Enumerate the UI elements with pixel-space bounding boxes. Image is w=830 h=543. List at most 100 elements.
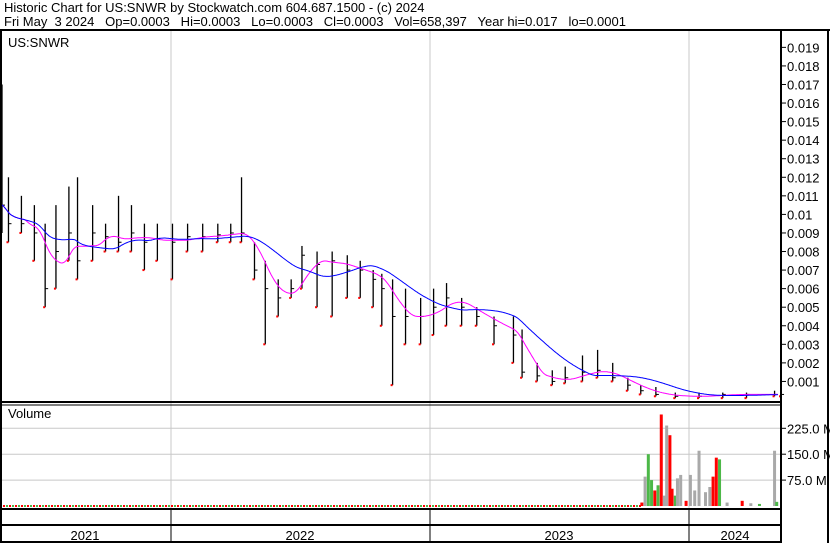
low-marker (276, 315, 279, 318)
low-marker (459, 324, 462, 327)
volume-bar-small (321, 505, 323, 507)
volume-bar-small (261, 505, 263, 507)
volume-bar-small (432, 505, 434, 507)
volume-bar (688, 474, 692, 506)
volume-bar-small (477, 505, 479, 507)
low-marker (116, 250, 119, 253)
volume-bar-small (225, 505, 227, 507)
low-marker (90, 259, 93, 262)
volume-bar-small (423, 505, 425, 507)
volume-bar-small (510, 505, 512, 507)
volume-bar (646, 454, 650, 506)
volume-bar-small (462, 505, 464, 507)
low-marker (170, 278, 173, 281)
volume-bar-small (87, 505, 89, 507)
volume-bar-small (138, 505, 140, 507)
volume-bar-small (546, 505, 548, 507)
price-tick-label: 0.019 (787, 40, 820, 55)
volume-bar-small (204, 505, 206, 507)
low-marker (6, 241, 9, 244)
volume-bar (708, 487, 712, 506)
low-marker (535, 380, 538, 383)
low-marker (444, 324, 447, 327)
volume-bar-small (213, 505, 215, 507)
volume-bar-small (525, 505, 527, 507)
price-tick-label: 0.015 (787, 115, 820, 130)
low-marker (358, 296, 361, 299)
volume-bar-small (351, 505, 353, 507)
volume-bar-small (561, 505, 563, 507)
volume-bar-small (234, 505, 236, 507)
volume-bar-small (438, 505, 440, 507)
volume-bar-small (333, 505, 335, 507)
volume-bar-small (306, 505, 308, 507)
volume-bar-small (252, 505, 254, 507)
volume-bar-small (240, 505, 242, 507)
volume-bar-small (198, 505, 200, 507)
volume-bar-small (249, 505, 251, 507)
price-tick-label: 0.001 (787, 374, 820, 389)
volume-bar (640, 502, 644, 506)
volume-bar-small (369, 505, 371, 507)
volume-bar-small (147, 505, 149, 507)
low-marker (431, 334, 434, 337)
low-marker (263, 343, 266, 346)
volume-bar-small (600, 505, 602, 507)
low-marker (563, 382, 566, 385)
volume-bar-small (324, 505, 326, 507)
low-marker (673, 397, 676, 400)
low-marker (371, 306, 374, 309)
volume-bar-small (573, 505, 575, 507)
volume-bar-small (309, 505, 311, 507)
volume-bar-small (54, 505, 56, 507)
volume-bar (679, 474, 683, 506)
volume-bar-small (189, 505, 191, 507)
volume-bar-small (156, 505, 158, 507)
volume-bar-small (567, 505, 569, 507)
volume-bar-small (618, 505, 620, 507)
volume-label: Volume (8, 406, 51, 421)
long-moving-average-line (0, 204, 779, 396)
volume-bar-small (582, 505, 584, 507)
volume-bar-small (363, 505, 365, 507)
volume-bar-small (420, 505, 422, 507)
price-tick-label: 0.002 (787, 356, 820, 371)
volume-bar-small (468, 505, 470, 507)
low-marker (289, 296, 292, 299)
low-marker (19, 231, 22, 234)
volume-bar-small (162, 505, 164, 507)
volume-bar-small (606, 505, 608, 507)
price-tick-label: 0.009 (787, 226, 820, 241)
low-marker (697, 397, 700, 400)
chart-window: Historic Chart for US:SNWR by Stockwatch… (0, 0, 830, 543)
low-marker (345, 296, 348, 299)
volume-bar-small (537, 505, 539, 507)
volume-bar-small (447, 505, 449, 507)
volume-bar-small (57, 505, 59, 507)
volume-bar-small (153, 505, 155, 507)
volume-bar-small (285, 505, 287, 507)
volume-bar (749, 503, 753, 506)
volume-bar-small (36, 505, 38, 507)
volume-bar-small (348, 505, 350, 507)
low-marker (215, 241, 218, 244)
volume-bar-small (597, 505, 599, 507)
volume-bar-small (435, 505, 437, 507)
low-marker (638, 393, 641, 396)
volume-bar (670, 488, 674, 506)
volume-bar-small (621, 505, 623, 507)
volume-bar-small (171, 505, 173, 507)
volume-bar-small (207, 505, 209, 507)
volume-bar-small (297, 505, 299, 507)
volume-bar-small (492, 505, 494, 507)
low-marker (772, 395, 775, 398)
volume-bar-small (21, 505, 23, 507)
volume-bar-small (63, 505, 65, 507)
volume-bar-small (516, 505, 518, 507)
volume-bar-small (399, 505, 401, 507)
volume-bar-small (72, 505, 74, 507)
volume-bar-small (327, 505, 329, 507)
volume-bar-small (543, 505, 545, 507)
volume-bar-small (495, 505, 497, 507)
volume-bar-small (291, 505, 293, 507)
